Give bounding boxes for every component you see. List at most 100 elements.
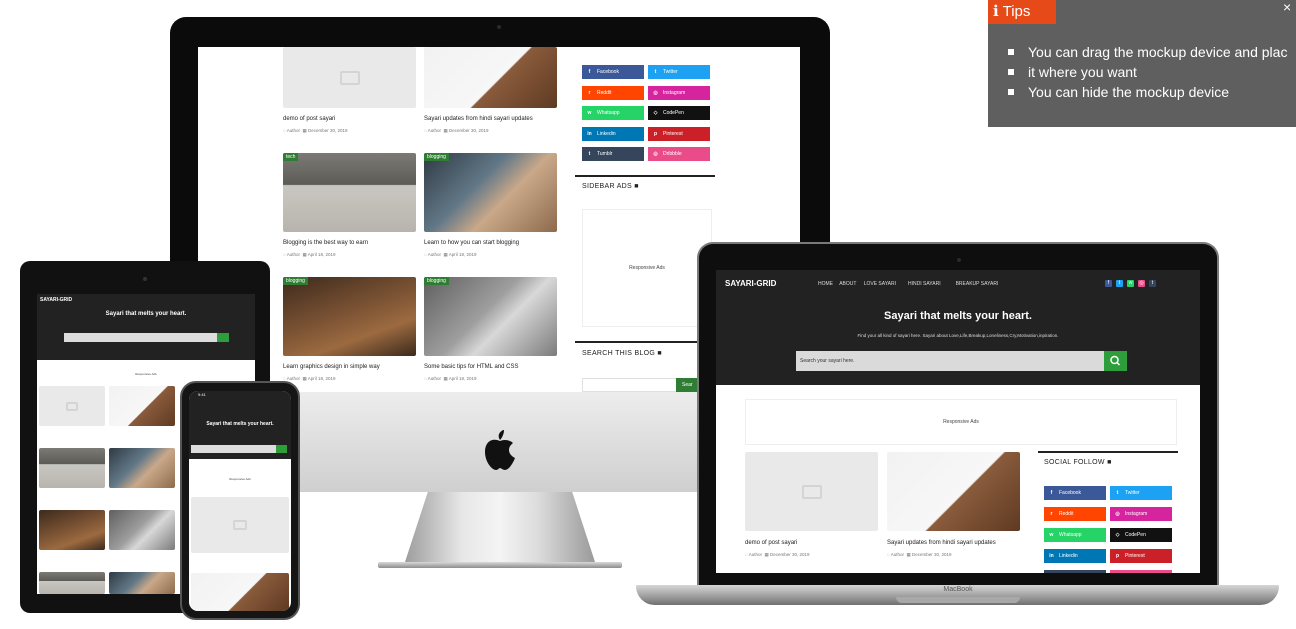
post-title[interactable]: demo of post sayari <box>745 540 797 546</box>
instagram-icon: ◎ <box>653 89 658 96</box>
section-divider <box>575 175 715 177</box>
social-follow-heading: SOCIAL FOLLOW ■ <box>1044 459 1112 466</box>
social-button-whatsapp[interactable]: w Whatsapp <box>1044 528 1106 542</box>
social-button-tumblr[interactable]: tTumblr <box>1044 570 1106 573</box>
post-thumbnail-placeholder[interactable] <box>283 47 416 108</box>
social-label: CodePen <box>1125 532 1146 538</box>
social-button-pinterest[interactable]: p Pinterest <box>1110 549 1172 563</box>
dribbble-icon: ◎ <box>1114 570 1121 573</box>
section-divider <box>575 341 715 343</box>
post-thumbnail[interactable] <box>191 573 289 611</box>
tips-header: ℹ Tips <box>988 0 1056 24</box>
social-button-twitter[interactable]: t Twitter <box>648 65 710 79</box>
post-thumbnail[interactable] <box>39 448 105 488</box>
post-author: Author <box>286 252 300 257</box>
post-title[interactable]: Sayari updates from hindi sayari updates <box>424 116 533 122</box>
facebook-icon: f <box>588 69 591 75</box>
social-button-facebook[interactable]: f Facebook <box>582 65 644 79</box>
sidebar-ads-heading: SIDEBAR ADS ■ <box>582 183 639 190</box>
post-meta: ◌ Author ▦ April 18, 2019 <box>283 376 336 381</box>
post-thumbnail[interactable] <box>109 386 175 426</box>
post-tag[interactable]: tech <box>283 153 299 161</box>
social-button-twitter[interactable]: t Twitter <box>1110 486 1172 500</box>
nav-item-love-sayari[interactable]: LOVE SAYARI <box>864 281 896 287</box>
post-thumbnail[interactable]: blogging <box>424 153 557 232</box>
post-thumbnail[interactable] <box>109 510 175 550</box>
social-label: Pinterest <box>663 130 683 137</box>
social-button-facebook[interactable]: f Facebook <box>1044 486 1106 500</box>
social-label: Instagram <box>1125 511 1148 517</box>
search-button[interactable] <box>276 445 287 453</box>
post-thumbnail[interactable]: blogging <box>283 277 416 356</box>
dribbble-icon[interactable]: ◎ <box>1138 280 1145 287</box>
post-thumbnail[interactable] <box>887 452 1020 531</box>
search-input[interactable] <box>191 445 276 453</box>
post-thumbnail[interactable] <box>424 47 557 108</box>
search-button[interactable] <box>1104 351 1127 371</box>
post-thumbnail[interactable] <box>109 448 175 488</box>
post-thumbnail[interactable]: blogging <box>424 277 557 356</box>
site-brand[interactable]: SAYARI-GRID <box>725 279 776 288</box>
post-tag[interactable]: blogging <box>424 277 449 285</box>
post-title[interactable]: demo of post sayari <box>283 116 335 122</box>
post-title[interactable]: Learn to how you can start blogging <box>424 240 519 246</box>
social-button-instagram[interactable]: ◎ Instagram <box>1110 507 1172 521</box>
close-icon[interactable]: × <box>1283 0 1291 14</box>
social-button-dribbble[interactable]: ◎Dribbble <box>1110 570 1172 573</box>
social-button-dribbble[interactable]: ◎Dribbble <box>648 147 710 161</box>
nav-item-about[interactable]: ABOUT <box>839 281 856 287</box>
laptop-device[interactable]: SAYARI-GRID HOME ABOUT LOVE SAYARI HINDI SA… <box>697 242 1219 589</box>
post-thumbnail-placeholder[interactable] <box>745 452 878 531</box>
post-thumbnail-placeholder[interactable] <box>39 386 105 426</box>
social-label: Reddit <box>1059 511 1074 517</box>
post-thumbnail[interactable] <box>39 572 105 594</box>
codepen-icon: ◇ <box>1115 532 1120 538</box>
post-author: Author <box>427 128 441 133</box>
post-thumbnail[interactable] <box>39 510 105 550</box>
reddit-icon: r <box>1050 511 1053 517</box>
post-title[interactable]: Sayari updates from hindi sayari updates <box>887 540 996 546</box>
ads-box: Responsive Ads <box>745 399 1177 445</box>
social-button-reddit[interactable]: r Reddit <box>582 85 644 100</box>
social-button-codepen[interactable]: ◇ CodePen <box>1110 528 1172 542</box>
post-tag[interactable]: blogging <box>424 153 449 161</box>
post-title[interactable]: Some basic tips for HTML and CSS <box>424 364 518 370</box>
mockup-stage: demo of post sayari ◌ Author ▦ December … <box>0 0 1296 629</box>
social-button-codepen[interactable]: ◇ CodePen <box>648 106 710 120</box>
search-input[interactable]: Search your sayari here. <box>796 351 1104 371</box>
post-thumbnail-placeholder[interactable] <box>191 497 289 553</box>
social-button-pinterest[interactable]: p Pinterest <box>648 126 710 141</box>
social-label: Twitter <box>663 69 678 75</box>
post-tag[interactable]: blogging <box>283 277 308 285</box>
social-button-instagram[interactable]: ◎ Instagram <box>648 85 710 100</box>
nav-item-home[interactable]: HOME <box>818 281 833 287</box>
post-date: April 18, 2019 <box>448 376 477 381</box>
social-button-linkedin[interactable]: in Linkedin <box>1044 549 1106 563</box>
social-button-whatsapp[interactable]: w Whatsapp <box>582 106 644 120</box>
tumblr-icon[interactable]: t <box>1149 280 1156 287</box>
phone-device[interactable]: 9:41 Sayari that melts your heart. Respo… <box>180 381 300 620</box>
twitter-icon[interactable]: t <box>1116 280 1123 287</box>
social-label: Linkedin <box>1059 553 1078 559</box>
post-title[interactable]: Learn graphics design in simple way <box>283 364 380 370</box>
post-title[interactable]: Blogging is the best way to earn <box>283 240 368 246</box>
post-author: Author <box>427 252 441 257</box>
social-button-linkedin[interactable]: in Linkedin <box>582 126 644 141</box>
nav-item-breakup-sayari[interactable]: BREAKUP SAYARI <box>956 281 999 287</box>
hero-title: Sayari that melts your heart. <box>884 310 1032 322</box>
social-label: Dribbble <box>663 151 682 157</box>
nav-item-hindi-sayari[interactable]: HINDI SAYARI <box>908 281 941 287</box>
site-brand[interactable]: SAYARI-GRID <box>40 297 72 303</box>
whatsapp-icon: w <box>1049 532 1054 538</box>
section-divider <box>1038 451 1178 453</box>
search-button[interactable] <box>217 333 229 342</box>
post-thumbnail[interactable]: tech <box>283 153 416 232</box>
search-input[interactable] <box>64 333 217 342</box>
post-thumbnail[interactable] <box>109 572 175 594</box>
post-meta: ◌ Author ▦ December 30, 2019 <box>424 128 489 133</box>
facebook-icon[interactable]: f <box>1105 280 1112 287</box>
social-label: Whatsapp <box>1059 532 1082 538</box>
social-button-reddit[interactable]: r Reddit <box>1044 507 1106 521</box>
whatsapp-icon[interactable]: w <box>1127 280 1134 287</box>
social-button-tumblr[interactable]: tTumblr <box>582 147 644 161</box>
